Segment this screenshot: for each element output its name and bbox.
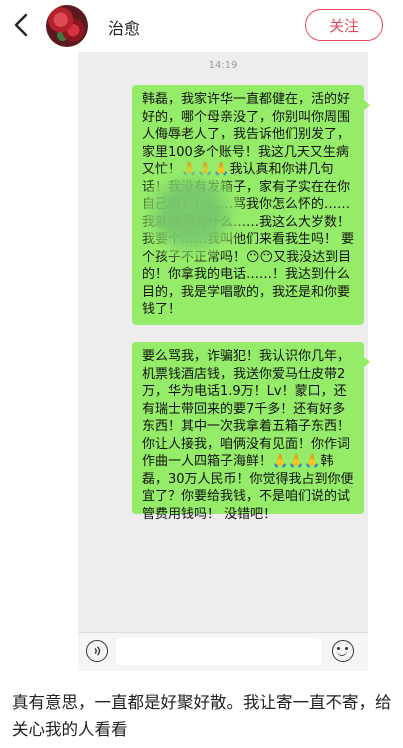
voice-icon	[86, 640, 108, 662]
emoji-icon	[332, 640, 354, 662]
username[interactable]: 治愈	[108, 15, 140, 39]
chat-screenshot-image: 14:19 韩磊，我家许华一直都健在，活的好好的，哪个母亲没了，你别叫你周围人侮…	[78, 52, 370, 671]
post-caption: 真有意思，一直都是好聚好散。我让寄一直不寄，给关心我的人看看	[12, 693, 392, 739]
chat-message-bubble: 要么骂我，诈骗犯！我认识你几年，机票钱酒店钱，我送你爱马仕皮带2万，华为电话1.…	[132, 342, 370, 522]
follow-button[interactable]: 关注	[305, 9, 383, 41]
back-arrow-icon[interactable]	[10, 12, 34, 38]
blurred-region	[136, 164, 246, 264]
avatar[interactable]	[46, 5, 88, 47]
top-bar: 治愈 关注	[0, 0, 403, 52]
chat-timestamp: 14:19	[208, 60, 238, 71]
message-input	[116, 638, 322, 665]
chat-input-bar	[78, 632, 368, 671]
